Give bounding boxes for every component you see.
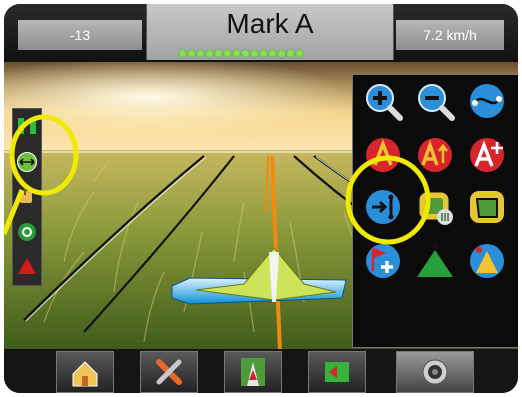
cross-track-error: -13 <box>18 20 142 50</box>
lightbar-led <box>224 50 231 57</box>
status-bar: -13 Mark A 7.2 km/h <box>4 4 518 62</box>
rest-icon[interactable] <box>16 185 38 207</box>
tools-icon <box>156 359 182 385</box>
camera-icon <box>422 359 448 385</box>
guidance-view-icon <box>241 358 265 386</box>
guidance-cam-icon <box>325 362 349 382</box>
perspective-icon[interactable] <box>467 81 507 121</box>
guidance-mode-box[interactable]: Mark A <box>146 4 394 60</box>
lightbar-led <box>296 50 303 57</box>
lightbar-led <box>197 50 204 57</box>
lightbar-led <box>233 50 240 57</box>
guidance-mode-title: Mark A <box>226 8 314 39</box>
lightbar-led <box>188 50 195 57</box>
lightbar-led <box>251 50 258 57</box>
home-icon <box>72 361 98 387</box>
left-toolbar <box>12 108 42 286</box>
console-screen: -13 Mark A 7.2 km/h <box>4 4 518 393</box>
lightbar-led <box>206 50 213 57</box>
mark-a-icon[interactable] <box>363 135 403 175</box>
lightbar-led <box>179 50 186 57</box>
delete-application-icon[interactable] <box>415 187 455 227</box>
bottom-nav <box>4 349 518 393</box>
mark-a-nudge-icon[interactable] <box>467 135 507 175</box>
lightbar-led <box>215 50 222 57</box>
boundary-icon[interactable] <box>467 187 507 227</box>
mark-a-plus-icon[interactable] <box>415 135 455 175</box>
line-guide-icon[interactable] <box>16 151 38 173</box>
lightbar-led <box>269 50 276 57</box>
vehicle-marker-icon[interactable] <box>16 255 38 277</box>
camera-tab[interactable] <box>396 351 474 393</box>
guidance-view-tab[interactable] <box>224 351 282 393</box>
tools-tab[interactable] <box>140 351 198 393</box>
boundary-settings-icon[interactable] <box>16 221 38 243</box>
ground-speed: 7.2 km/h <box>396 20 504 50</box>
apply-icon[interactable] <box>467 241 507 281</box>
return-to-point-icon[interactable] <box>363 187 403 227</box>
home-tab[interactable] <box>56 351 114 393</box>
guidance-cam-tab[interactable] <box>308 351 366 393</box>
lightbar-led <box>287 50 294 57</box>
lightbar-led <box>260 50 267 57</box>
zoom-out-icon[interactable] <box>415 81 455 121</box>
vehicle-icon[interactable] <box>415 241 455 281</box>
lightbar-led <box>278 50 285 57</box>
add-marker-icon[interactable] <box>363 241 403 281</box>
zoom-in-icon[interactable] <box>363 81 403 121</box>
guidance-options-panel <box>352 74 518 348</box>
bars-icon[interactable] <box>16 115 38 137</box>
lightbar-led <box>242 50 249 57</box>
lightbar <box>179 50 303 58</box>
